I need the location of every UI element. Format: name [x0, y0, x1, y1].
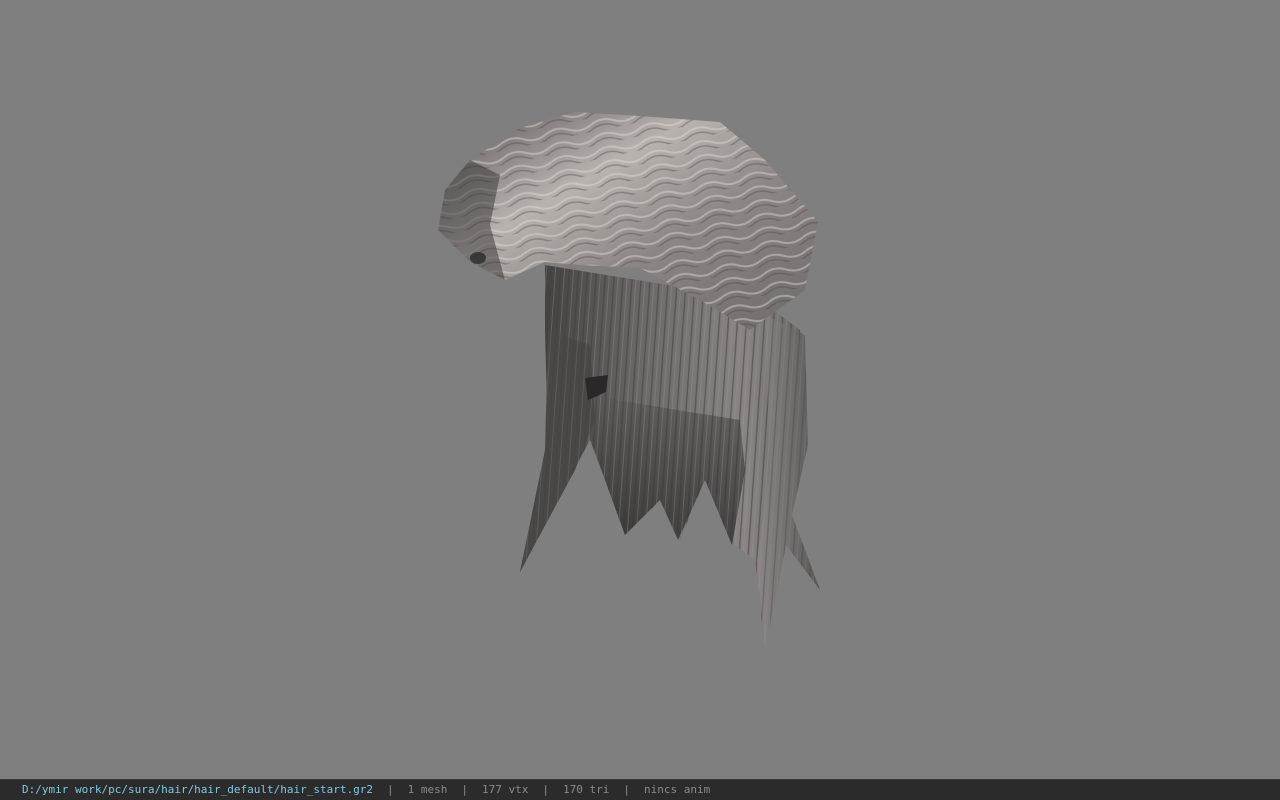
- file-path: D:/ymir work/pc/sura/hair/hair_default/h…: [22, 783, 373, 796]
- separator: |: [542, 783, 549, 796]
- vertex-count: 177 vtx: [482, 783, 529, 796]
- mesh-count: 1 mesh: [407, 783, 448, 796]
- status-bar: D:/ymir work/pc/sura/hair/hair_default/h…: [0, 779, 1280, 800]
- hair-model[interactable]: [0, 0, 1280, 779]
- separator: |: [461, 783, 468, 796]
- 3d-viewport[interactable]: [0, 0, 1280, 779]
- animation-status: nincs anim: [643, 783, 711, 796]
- triangle-count: 170 tri: [562, 783, 610, 796]
- separator: |: [623, 783, 630, 796]
- separator: |: [387, 783, 394, 796]
